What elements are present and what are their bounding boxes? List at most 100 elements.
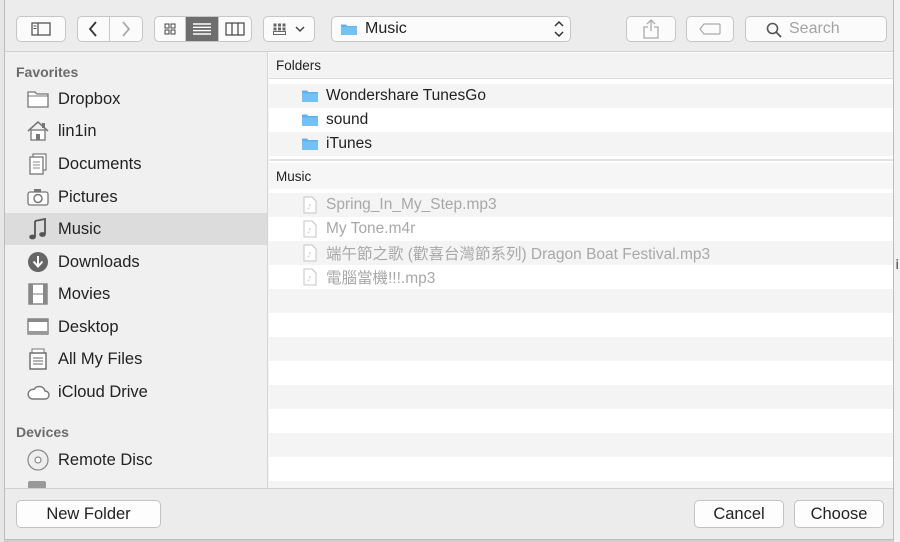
navigation-buttons [77, 16, 143, 42]
file-row: ♪ Spring_In_My_Step.mp3 [269, 193, 893, 217]
empty-row [269, 337, 893, 361]
sidebar-toggle-button[interactable] [16, 16, 66, 42]
sidebar-item-label: Dropbox [58, 89, 121, 108]
sidebar-item-music[interactable]: Music [5, 213, 267, 245]
section-divider [269, 159, 893, 161]
documents-icon [26, 152, 50, 176]
columns-icon [225, 22, 245, 36]
arrange-button[interactable] [263, 16, 315, 42]
audio-file-icon: ♪ [301, 244, 319, 262]
sidebar-item-downloads[interactable]: Downloads [5, 246, 267, 278]
background-text-fragment: i [895, 258, 899, 273]
file-name: 端午節之歌 (歡喜台灣節系列) Dragon Boat Festival.mp3 [326, 246, 711, 263]
folder-row[interactable]: iTunes [269, 132, 893, 156]
search-placeholder: Search [789, 20, 840, 37]
sidebar-item-label: lin1in [58, 121, 97, 140]
file-name: Spring_In_My_Step.mp3 [326, 196, 497, 213]
list-view-button[interactable] [186, 17, 219, 41]
sidebar-item-documents[interactable]: Documents [5, 148, 267, 180]
folder-name: sound [326, 111, 369, 128]
desktop-icon [26, 315, 50, 339]
sidebar-item-lin1in[interactable]: lin1in [5, 115, 267, 147]
sidebar-icon [31, 22, 51, 36]
folders-section-header: Folders [269, 53, 893, 79]
folder-icon [26, 87, 50, 111]
sidebar-item-dropbox[interactable]: Dropbox [5, 83, 267, 115]
file-row: ♪ 電腦當機!!!.mp3 [269, 265, 893, 289]
cloud-icon [26, 380, 50, 404]
audio-file-icon: ♪ [301, 196, 319, 214]
sidebar-item-desktop[interactable]: Desktop [5, 311, 267, 343]
devices-header: Devices [16, 424, 69, 440]
folder-name: Wondershare TunesGo [326, 87, 486, 104]
forward-button[interactable] [110, 17, 142, 41]
search-field[interactable]: Search [745, 16, 887, 42]
cancel-button[interactable]: Cancel [694, 500, 784, 528]
sidebar-item-pictures[interactable]: Pictures [5, 181, 267, 213]
file-row: ♪ My Tone.m4r [269, 217, 893, 241]
device-icon [28, 481, 46, 488]
sidebar-item-label: Movies [58, 284, 111, 303]
file-list: Folders Wondershare TunesGo sound iTunes… [269, 52, 893, 488]
chevron-down-icon [295, 26, 305, 33]
favorites-header: Favorites [16, 64, 79, 80]
path-popup[interactable]: Music [331, 16, 571, 42]
folder-icon [301, 135, 319, 153]
share-button[interactable] [626, 16, 676, 42]
open-dialog: Music Search Favorites Dropbox lin1in Do… [4, 0, 894, 540]
share-icon [643, 19, 659, 39]
updown-chevron-icon [554, 20, 564, 38]
sidebar-item-label: Documents [58, 154, 142, 173]
file-row: ♪ 端午節之歌 (歡喜台灣節系列) Dragon Boat Festival.m… [269, 241, 893, 265]
audio-file-icon: ♪ [301, 220, 319, 238]
sidebar-item-movies[interactable]: Movies [5, 278, 267, 310]
folder-row[interactable]: Wondershare TunesGo [269, 84, 893, 108]
sidebar-item-remote-disc[interactable]: Remote Disc [5, 444, 267, 476]
home-icon [26, 119, 50, 143]
film-icon [26, 282, 50, 306]
view-mode-control [154, 16, 252, 42]
folder-name: iTunes [326, 135, 372, 152]
svg-text:♪: ♪ [307, 203, 311, 211]
tags-button[interactable] [686, 16, 734, 42]
file-name: 電腦當機!!!.mp3 [326, 270, 436, 287]
empty-row [269, 385, 893, 409]
folder-icon [301, 87, 319, 105]
music-note-icon [26, 217, 50, 241]
empty-row [269, 289, 893, 313]
folder-icon [301, 111, 319, 129]
download-icon [26, 250, 50, 274]
sidebar-item-label: Desktop [58, 317, 119, 336]
arrange-grid-icon [273, 23, 286, 35]
disc-icon [26, 448, 50, 472]
chevron-right-icon [122, 21, 130, 37]
folder-icon [341, 24, 357, 35]
column-view-button[interactable] [219, 17, 251, 41]
choose-button[interactable]: Choose [794, 500, 884, 528]
new-folder-button[interactable]: New Folder [16, 500, 161, 528]
empty-row [269, 433, 893, 457]
sidebar-item-label: Downloads [58, 252, 140, 271]
grid-icon [164, 23, 176, 35]
music-section-header: Music [269, 163, 893, 189]
toolbar: Music Search [5, 0, 893, 52]
sidebar-item-icloud-drive[interactable]: iCloud Drive [5, 376, 267, 408]
sidebar-item-label: Music [58, 219, 102, 238]
dialog-footer: New Folder Cancel Choose [5, 488, 893, 539]
camera-icon [26, 185, 50, 209]
sidebar-item-label: iCloud Drive [58, 382, 148, 401]
icon-view-button[interactable] [155, 17, 187, 41]
all-files-icon [26, 347, 50, 371]
empty-row [269, 481, 893, 488]
path-popup-label: Music [365, 20, 407, 37]
svg-text:♪: ♪ [307, 227, 311, 235]
svg-text:♪: ♪ [307, 251, 311, 259]
tag-icon [699, 23, 721, 35]
folder-row[interactable]: sound [269, 108, 893, 132]
svg-text:♪: ♪ [307, 275, 311, 283]
list-icon [193, 23, 212, 35]
back-button[interactable] [78, 17, 110, 41]
sidebar-item-label: Remote Disc [58, 450, 153, 469]
search-icon [766, 22, 782, 38]
sidebar-item-all-my-files[interactable]: All My Files [5, 343, 267, 375]
